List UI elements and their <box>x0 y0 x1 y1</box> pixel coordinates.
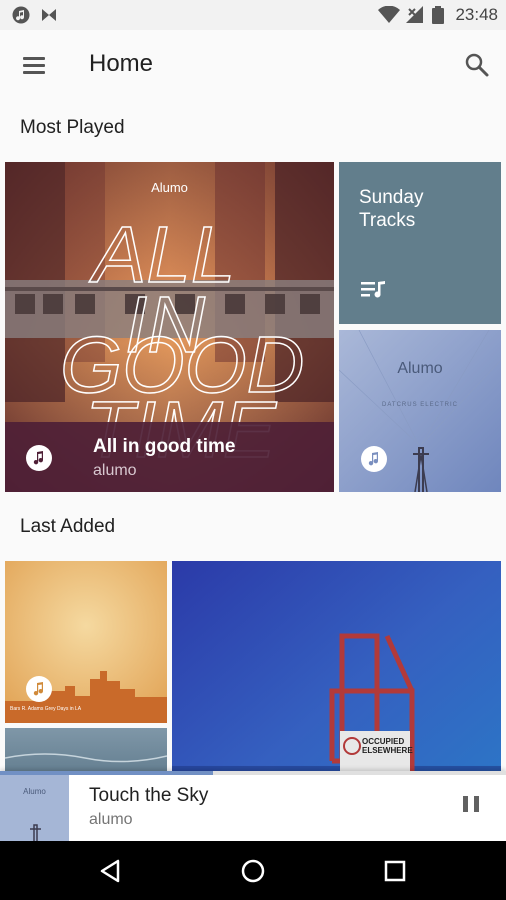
app-bar: Home <box>0 30 506 100</box>
battery-icon <box>432 6 444 24</box>
album-tile-featured[interactable]: ALL IN GOOD TIME Alumo All in good time … <box>5 162 334 492</box>
section-title-last-added: Last Added <box>20 516 116 537</box>
album-art-sublabel: DATCRUS ELECTRIC <box>382 402 458 408</box>
back-icon <box>100 859 120 883</box>
album-artist: alumo <box>93 462 137 479</box>
pause-button[interactable] <box>456 789 486 819</box>
album-art-grey-days <box>5 561 167 723</box>
menu-icon-line <box>23 71 45 74</box>
thumb-label: Alumo <box>23 787 46 796</box>
album-art-alumo <box>339 330 501 492</box>
recents-icon <box>384 860 406 882</box>
clock: 23:48 <box>455 5 498 24</box>
menu-icon-line <box>23 64 45 67</box>
system-nav-bar <box>0 841 506 900</box>
back-button[interactable] <box>96 856 126 886</box>
now-playing-title: Touch the Sky <box>89 785 209 806</box>
now-playing-bar[interactable]: Alumo Touch the Sky alumo <box>0 771 506 841</box>
search-button[interactable] <box>462 50 492 80</box>
now-playing-thumbnail[interactable]: Alumo <box>0 775 69 841</box>
signal-icon <box>406 6 423 23</box>
menu-icon <box>23 57 45 60</box>
section-title-most-played: Most Played <box>20 117 125 138</box>
album-tile-grey-days[interactable]: Bars R. Adams Grey Days in LA <box>5 561 167 723</box>
playlist-icon <box>361 281 385 298</box>
album-art-label: Bars R. Adams Grey Days in LA <box>10 706 82 712</box>
playlist-title: Sunday Tracks <box>359 187 424 231</box>
home-button[interactable] <box>238 856 268 886</box>
search-icon <box>465 53 489 77</box>
playback-progress-track[interactable] <box>0 771 506 775</box>
notification-icon <box>42 9 56 21</box>
music-note-icon <box>26 445 52 471</box>
album-title: All in good time <box>93 436 236 457</box>
playlist-tile-sunday-tracks[interactable]: Sunday Tracks <box>339 162 501 324</box>
now-playing-art <box>0 775 69 841</box>
recents-button[interactable] <box>380 856 410 886</box>
now-playing-artist: alumo <box>89 811 133 828</box>
album-art-label: Alumo <box>397 360 443 377</box>
pause-icon <box>463 796 479 812</box>
wifi-icon <box>378 6 400 23</box>
status-bar: 23:48 <box>0 0 506 30</box>
album-tile-alumo[interactable]: Alumo DATCRUS ELECTRIC <box>339 330 501 492</box>
sign-text: OCCUPIED ELSEWHERE <box>362 737 413 755</box>
menu-button[interactable] <box>18 52 50 78</box>
album-art-label: Alumo <box>151 180 188 195</box>
home-icon <box>241 859 265 883</box>
music-app-icon <box>12 6 30 24</box>
page-title: Home <box>89 50 154 77</box>
music-note-icon <box>26 676 52 702</box>
music-note-icon <box>361 446 387 472</box>
